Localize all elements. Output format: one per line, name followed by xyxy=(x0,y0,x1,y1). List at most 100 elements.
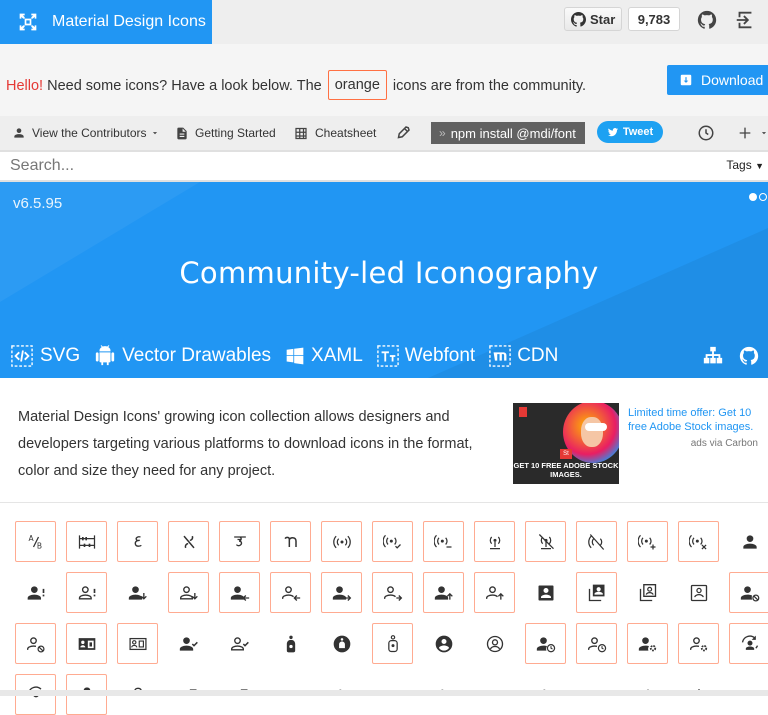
icon-tile[interactable] xyxy=(66,623,107,664)
table-icon xyxy=(295,127,307,139)
icon-tile[interactable] xyxy=(168,521,209,562)
download-button[interactable]: Download xyxy=(667,65,768,95)
icon-tile[interactable] xyxy=(321,623,362,664)
icon-tile[interactable] xyxy=(729,623,768,664)
caret-down-icon xyxy=(152,132,157,135)
account-box-multiple-outline-icon xyxy=(639,583,656,601)
add-menu-button[interactable] xyxy=(737,116,768,150)
alphabet-latin-icon: AB xyxy=(28,534,41,551)
carousel-dots[interactable] xyxy=(748,192,768,202)
icon-tile[interactable] xyxy=(678,521,719,562)
icon-tile[interactable] xyxy=(372,623,413,664)
icon-tile[interactable] xyxy=(474,521,515,562)
account-cancel-outline-icon xyxy=(26,636,45,653)
icon-tile[interactable] xyxy=(423,521,464,562)
icon-tile[interactable] xyxy=(270,521,311,562)
platform-label: Vector Drawables xyxy=(122,345,272,366)
eyedropper-button[interactable] xyxy=(394,116,418,150)
icon-tile[interactable] xyxy=(219,623,260,664)
icon-tile[interactable] xyxy=(423,572,464,613)
github-icon[interactable] xyxy=(738,345,760,367)
icon-tile[interactable] xyxy=(66,521,107,562)
icon-tile[interactable] xyxy=(321,521,362,562)
alpha-aleph-icon xyxy=(182,535,195,548)
sitemap-icon[interactable] xyxy=(702,345,724,367)
search-input[interactable] xyxy=(0,152,715,180)
icon-tile[interactable] xyxy=(729,521,768,562)
announcement-bar: Hello! Need some icons? Have a look belo… xyxy=(0,44,768,116)
account-card-icon xyxy=(78,637,95,650)
intro-paragraph: Material Design Icons' growing icon coll… xyxy=(18,409,473,479)
icon-tile[interactable] xyxy=(474,623,515,664)
account-clock-outline-icon xyxy=(587,636,606,652)
account-arrow-up-outline-icon xyxy=(485,585,504,600)
icon-tile[interactable] xyxy=(372,572,413,613)
platform-android-link[interactable]: Vector Drawables xyxy=(94,345,271,367)
version-label[interactable]: v6.5.95 xyxy=(13,195,62,212)
icon-tile[interactable] xyxy=(729,572,768,613)
download-label: Download xyxy=(701,72,764,88)
divider xyxy=(0,502,768,503)
account-arrow-down-icon xyxy=(128,585,147,600)
github-star-button[interactable]: Star xyxy=(564,7,622,31)
icon-tile[interactable] xyxy=(627,623,668,664)
access-point-plus-icon xyxy=(637,534,655,549)
icon-tile[interactable] xyxy=(15,623,56,664)
exit-icon[interactable] xyxy=(734,9,756,31)
npm-install-command[interactable]: » npm install @mdi/font xyxy=(431,122,585,144)
platform-webfont-link[interactable]: Webfont xyxy=(377,345,475,367)
icon-tile[interactable] xyxy=(66,572,107,613)
brand-link[interactable]: Material Design Icons xyxy=(0,0,212,44)
cheatsheet-link[interactable]: Cheatsheet xyxy=(293,116,376,150)
icon-tile[interactable] xyxy=(678,623,719,664)
icon-tile[interactable] xyxy=(168,623,209,664)
icon-tile[interactable] xyxy=(576,623,617,664)
tweet-button[interactable]: Tweet xyxy=(597,121,663,143)
scroll-edge xyxy=(0,690,768,696)
account-arrow-left-outline-icon xyxy=(281,585,300,601)
search-bar: Tags ▼ xyxy=(0,150,768,182)
icon-tile[interactable] xyxy=(525,521,566,562)
icon-tile[interactable] xyxy=(270,623,311,664)
icon-tile[interactable] xyxy=(525,623,566,664)
ad-offer-link[interactable]: Limited time offer: Get 10 free Adobe St… xyxy=(628,406,762,434)
icon-tile[interactable] xyxy=(474,572,515,613)
star-count[interactable]: 9,783 xyxy=(628,7,680,31)
icon-tile[interactable] xyxy=(168,572,209,613)
getting-started-link[interactable]: Getting Started xyxy=(175,116,276,150)
icon-tile[interactable] xyxy=(270,572,311,613)
platform-cdn-link[interactable]: CDN xyxy=(489,345,558,367)
icon-tile[interactable] xyxy=(15,572,56,613)
icon-tile[interactable] xyxy=(117,623,158,664)
file-document-icon xyxy=(177,127,187,139)
history-button[interactable] xyxy=(697,116,721,150)
material-design-logo-icon xyxy=(19,13,37,31)
account-arrow-down-outline-icon xyxy=(179,585,198,600)
platform-xaml-link[interactable]: XAML xyxy=(285,345,363,367)
icon-tile[interactable] xyxy=(321,572,362,613)
icon-tile[interactable] xyxy=(219,521,260,562)
icon-tile[interactable] xyxy=(525,572,566,613)
icon-tile[interactable] xyxy=(117,521,158,562)
icon-tile[interactable] xyxy=(372,521,413,562)
icon-tile[interactable] xyxy=(219,572,260,613)
icon-tile[interactable] xyxy=(627,521,668,562)
announcement-text-before: Need some icons? Have a look below. The xyxy=(43,78,326,94)
ad-image[interactable]: St GET 10 FREE ADOBE STOCK IMAGES. xyxy=(513,403,619,484)
icon-tile[interactable] xyxy=(117,572,158,613)
ad-via-link[interactable]: ads via Carbon xyxy=(628,438,758,449)
abacus-icon xyxy=(78,534,95,549)
npm-prompt-arrow: » xyxy=(439,126,446,140)
top-bar: Material Design Icons Star 9,783 xyxy=(0,0,768,44)
tags-dropdown[interactable]: Tags ▼ xyxy=(726,158,764,172)
account-arrow-up-icon xyxy=(434,585,453,600)
icon-tile[interactable] xyxy=(627,572,668,613)
icon-tile[interactable] xyxy=(678,572,719,613)
icon-tile[interactable] xyxy=(576,572,617,613)
github-icon[interactable] xyxy=(696,9,718,31)
platform-svg-link[interactable]: SVG xyxy=(10,345,80,367)
view-contributors-menu[interactable]: View the Contributors xyxy=(12,116,166,150)
icon-tile[interactable] xyxy=(423,623,464,664)
icon-tile[interactable] xyxy=(576,521,617,562)
icon-tile[interactable]: AB xyxy=(15,521,56,562)
